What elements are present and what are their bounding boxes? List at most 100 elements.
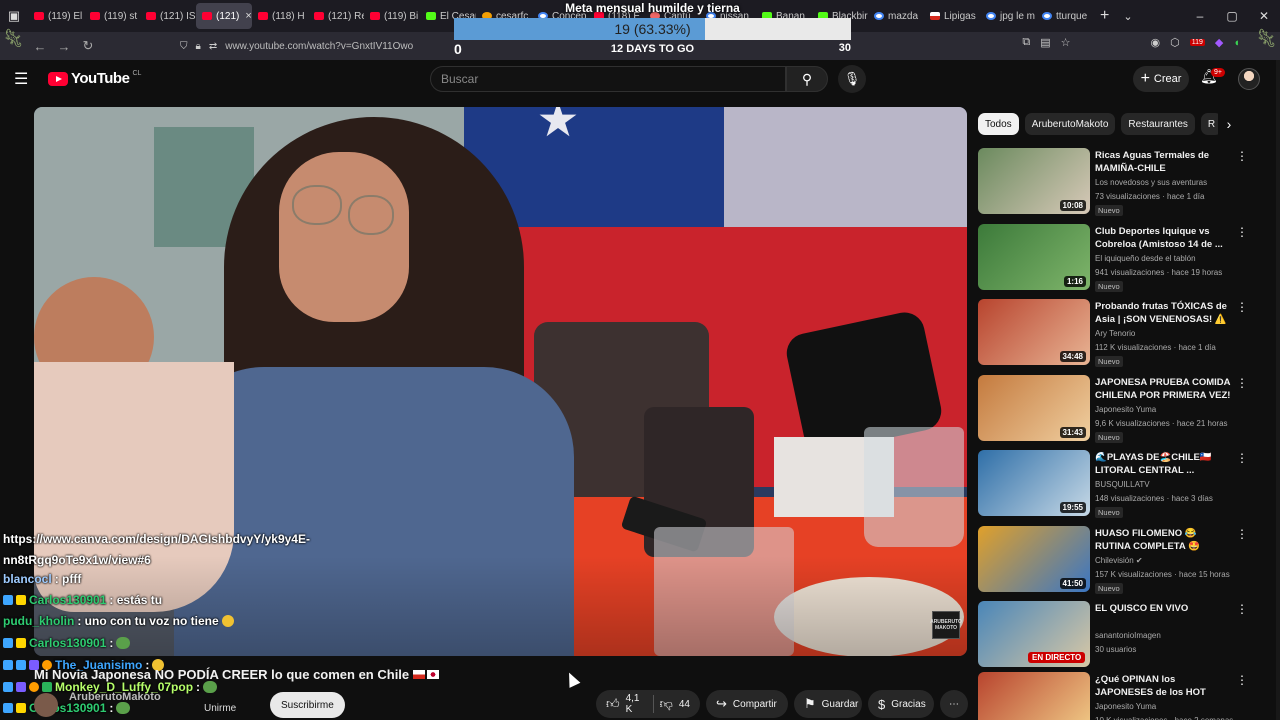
browser-tab[interactable]: (119) st — [84, 3, 140, 29]
browser-tab[interactable]: (119) El — [28, 3, 84, 29]
recommended-video[interactable]: 41:50 HUASO FILOMENO 😂 RUTINA COMPLETA 🤩 … — [978, 524, 1248, 594]
browser-tab[interactable]: Lipigas — [924, 3, 980, 29]
shield-icon[interactable]: ⛉ — [180, 41, 188, 52]
browser-tab[interactable]: mazda — [868, 3, 924, 29]
search-input[interactable] — [431, 67, 785, 91]
more-options-icon[interactable]: ⋮ — [1236, 149, 1248, 165]
video-thumbnail[interactable] — [978, 672, 1090, 720]
channel-avatar[interactable] — [34, 693, 58, 717]
more-options-icon[interactable]: ⋮ — [1236, 451, 1248, 467]
channel-name[interactable]: BUSQUILLATV — [1095, 480, 1235, 489]
forward-button[interactable]: → — [52, 34, 76, 58]
channel-name[interactable]: Ary Tenorio — [1095, 329, 1235, 338]
video-title[interactable]: 🌊PLAYAS DE🏖️CHILE🇨🇱 LITORAL CENTRAL ... — [1095, 451, 1231, 477]
channel-watermark[interactable]: ARUBERUTO MAKOTO — [930, 611, 962, 639]
thanks-button[interactable]: $ Gracias — [868, 690, 934, 718]
channel-name[interactable]: El iquiqueño desde el tablón — [1095, 254, 1235, 263]
like-count[interactable]: 4,1 K — [626, 693, 647, 715]
chat-username[interactable]: Carlos130901 — [29, 593, 106, 607]
video-title[interactable]: JAPONESA PRUEBA COMIDA CHILENA POR PRIME… — [1095, 376, 1231, 402]
chat-username[interactable]: blancocl — [3, 572, 52, 586]
video-title[interactable]: Ricas Aguas Termales de MAMIÑA-CHILE — [1095, 149, 1231, 175]
recommended-video[interactable]: EN DIRECTO EL QUISCO EN VIVO sanantonioIma… — [978, 599, 1248, 667]
account-icon[interactable]: ◉ — [1150, 36, 1160, 49]
audio-extension-icon[interactable]: ◖ — [1233, 37, 1240, 49]
browser-tab[interactable]: (118) H — [252, 3, 308, 29]
search-box[interactable] — [430, 66, 786, 92]
recommended-video[interactable]: 10:08 Ricas Aguas Termales de MAMIÑA-CHIL… — [978, 146, 1248, 216]
create-button[interactable]: + Crear — [1133, 66, 1189, 92]
video-thumbnail[interactable]: 41:50 — [978, 526, 1090, 592]
video-title[interactable]: HUASO FILOMENO 😂 RUTINA COMPLETA 🤩 Festi… — [1095, 527, 1231, 553]
share-button[interactable]: ↪ Compartir — [706, 690, 788, 718]
youtube-logo[interactable]: YouTube CL — [48, 70, 141, 87]
browser-tab[interactable]: (121) IS — [140, 3, 196, 29]
channel-name[interactable]: Los novedosos y sus aventuras — [1095, 178, 1235, 187]
save-button[interactable]: ⚑ Guardar — [794, 690, 862, 718]
menu-icon[interactable]: ☰ — [14, 69, 34, 89]
filter-chip[interactable]: Todos — [978, 113, 1019, 135]
thumbs-up-icon[interactable]: 👍︎ — [606, 696, 620, 712]
recommended-video[interactable]: 34:48 Probando frutas TÓXICAS de Asia | ¡… — [978, 297, 1248, 367]
channel-name[interactable]: Chilevisión ✔ — [1095, 556, 1235, 565]
page-scrollbar[interactable] — [1276, 60, 1280, 720]
lock-icon[interactable]: 🔒︎ — [196, 41, 201, 52]
more-options-icon[interactable]: ⋮ — [1236, 376, 1248, 392]
filter-chip[interactable]: AruberutoMakoto — [1024, 113, 1116, 135]
browser-tab[interactable]: (121) Re — [308, 3, 364, 29]
recommended-video[interactable]: ¿Qué OPINAN los JAPONESES de los HOT DOG… — [978, 670, 1248, 720]
url-text[interactable]: www.youtube.com/watch?v=GnxtIV11Owo — [225, 41, 413, 52]
more-options-icon[interactable]: ⋮ — [1236, 300, 1248, 316]
channel-name[interactable]: AruberutoMakoto — [69, 691, 161, 703]
video-title[interactable]: Club Deportes Iquique vs Cobreloa (Amist… — [1095, 225, 1231, 251]
chat-username[interactable]: pudu_kholin — [3, 614, 74, 628]
recommended-video[interactable]: 1:16 Club Deportes Iquique vs Cobreloa (A… — [978, 222, 1248, 292]
reload-button[interactable]: ↻ — [76, 34, 100, 58]
filter-chip[interactable]: Restaurantes — [1121, 113, 1195, 135]
video-thumbnail[interactable]: 19:55 — [978, 450, 1090, 516]
video-title[interactable]: Probando frutas TÓXICAS de Asia | ¡SON V… — [1095, 300, 1231, 326]
join-button[interactable]: Unirme — [188, 695, 252, 720]
more-options-icon[interactable]: ⋮ — [1236, 673, 1248, 689]
video-thumbnail[interactable]: 31:43 — [978, 375, 1090, 441]
video-thumbnail[interactable]: EN DIRECTO — [978, 601, 1090, 667]
recommended-video[interactable]: 19:55 🌊PLAYAS DE🏖️CHILE🇨🇱 LITORAL CENTRAL… — [978, 448, 1248, 518]
browser-tab[interactable]: jpg le m — [980, 3, 1036, 29]
dislike-count[interactable]: 44 — [679, 699, 690, 710]
maximize-button[interactable]: ▢ — [1216, 0, 1248, 32]
voice-search-button[interactable]: 🎙︎ — [838, 65, 866, 93]
video-thumbnail[interactable]: 1:16 — [978, 224, 1090, 290]
browser-tab[interactable]: (119) Bi — [364, 3, 420, 29]
subscribe-button[interactable]: Suscribirme — [270, 692, 345, 718]
picture-in-picture-icon[interactable]: ⧉ — [1022, 36, 1030, 49]
more-options-icon[interactable]: ⋮ — [1236, 225, 1248, 241]
browser-tab[interactable]: tturque — [1036, 3, 1092, 29]
chat-username[interactable]: Carlos130901 — [29, 636, 106, 650]
minimize-button[interactable]: – — [1184, 0, 1216, 32]
close-tab-icon[interactable]: × — [245, 10, 251, 22]
chevron-right-icon[interactable]: › — [1218, 113, 1240, 135]
new-tab-button[interactable]: + — [1092, 7, 1117, 25]
bookmark-star-icon[interactable]: ☆ — [1061, 36, 1071, 49]
channel-name[interactable]: sanantonioImagen — [1095, 631, 1235, 640]
video-thumbnail[interactable]: 34:48 — [978, 299, 1090, 365]
video-thumbnail[interactable]: 10:08 — [978, 148, 1090, 214]
video-title[interactable]: EL QUISCO EN VIVO — [1095, 602, 1231, 615]
search-button[interactable]: ⚲ — [786, 66, 828, 92]
account-avatar[interactable] — [1238, 68, 1260, 90]
extension-badge[interactable]: 119 — [1189, 39, 1205, 46]
channel-name[interactable]: Japonesito Yuma — [1095, 405, 1235, 414]
thumbs-down-icon[interactable]: 👎︎ — [660, 696, 673, 712]
video-title[interactable]: ¿Qué OPINAN los JAPONESES de los HOT DOG… — [1095, 673, 1231, 699]
channel-name[interactable]: Japonesito Yuma — [1095, 702, 1235, 711]
more-options-icon[interactable]: ⋮ — [1236, 527, 1248, 543]
tab-list-dropdown-icon[interactable]: ⌄ — [1117, 10, 1138, 23]
permissions-icon[interactable]: ⇄ — [209, 41, 217, 52]
recommended-video[interactable]: 31:43 JAPONESA PRUEBA COMIDA CHILENA POR … — [978, 373, 1248, 443]
twitch-extension-icon[interactable]: ◆ — [1215, 36, 1223, 49]
extensions-icon[interactable]: ⬡ — [1170, 36, 1180, 49]
browser-tab[interactable]: (121) × — [196, 3, 252, 29]
back-button[interactable]: ← — [28, 34, 52, 58]
more-options-icon[interactable]: ⋮ — [1236, 602, 1248, 618]
reader-view-icon[interactable]: ▤ — [1040, 36, 1050, 49]
